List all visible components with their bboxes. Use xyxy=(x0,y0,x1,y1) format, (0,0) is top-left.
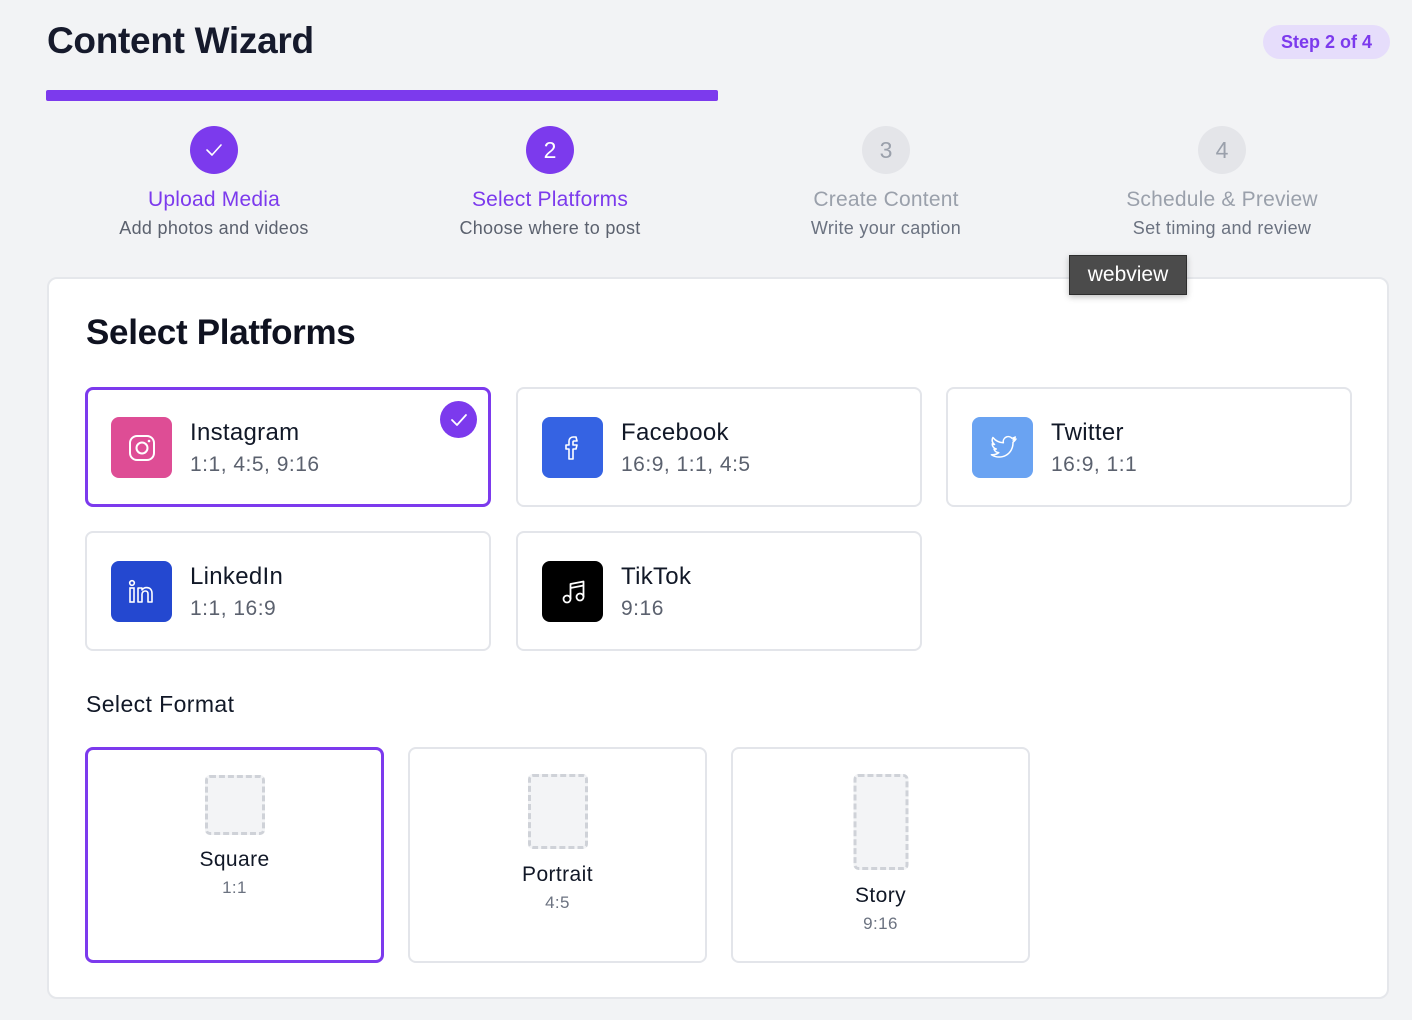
progress-fill xyxy=(46,90,718,101)
platform-card-linkedin[interactable]: LinkedIn 1:1, 16:9 xyxy=(85,531,491,651)
format-card-portrait[interactable]: Portrait 4:5 xyxy=(408,747,707,963)
platform-name: Instagram xyxy=(190,419,300,446)
platform-ratios: 16:9, 1:1 xyxy=(1051,453,1138,476)
step-circle-complete xyxy=(190,126,238,174)
webview-tooltip: webview xyxy=(1069,255,1187,295)
platform-name: Facebook xyxy=(621,419,729,446)
format-name: Story xyxy=(854,884,906,907)
app-title: Content Wizard xyxy=(47,20,314,61)
linkedin-icon xyxy=(111,561,172,622)
step-label: Upload Media xyxy=(148,188,280,211)
step-circle-upcoming: 4 xyxy=(1198,126,1246,174)
selected-check-icon xyxy=(440,401,477,438)
check-icon xyxy=(206,144,222,156)
portrait-preview-shape xyxy=(527,774,588,849)
panel-title: Select Platforms xyxy=(86,313,356,352)
format-ratio: 4:5 xyxy=(545,893,570,912)
platform-ratios: 1:1, 16:9 xyxy=(190,597,277,620)
platform-panel: Select Platforms Instagram 1:1, 4:5, 9:1… xyxy=(47,277,1389,999)
progress-bar xyxy=(46,90,1390,101)
platform-name: TikTok xyxy=(621,563,692,590)
step-create-content[interactable]: 3 Create Content Write your caption xyxy=(718,126,1054,239)
twitter-icon xyxy=(972,417,1033,478)
instagram-icon xyxy=(111,417,172,478)
platform-card-tiktok[interactable]: TikTok 9:16 xyxy=(516,531,922,651)
step-circle-upcoming: 3 xyxy=(862,126,910,174)
step-label: Create Content xyxy=(813,188,959,211)
step-description: Write your caption xyxy=(810,218,962,238)
format-ratio: 9:16 xyxy=(863,914,898,933)
format-name: Square xyxy=(199,848,270,871)
step-upload-media[interactable]: Upload Media Add photos and videos xyxy=(46,126,382,239)
step-description: Add photos and videos xyxy=(119,218,309,238)
platform-card-facebook[interactable]: Facebook 16:9, 1:1, 4:5 xyxy=(516,387,922,507)
step-label: Schedule & Preview xyxy=(1126,188,1318,211)
platform-name: Twitter xyxy=(1051,419,1124,446)
platform-card-instagram[interactable]: Instagram 1:1, 4:5, 9:16 xyxy=(85,387,491,507)
step-description: Choose where to post xyxy=(459,218,641,238)
step-circle-active: 2 xyxy=(526,126,574,174)
platform-ratios: 9:16 xyxy=(621,597,664,620)
step-badge: Step 2 of 4 xyxy=(1262,25,1390,59)
platform-ratios: 16:9, 1:1, 4:5 xyxy=(621,453,751,476)
format-name: Portrait xyxy=(522,863,593,886)
step-label: Select Platforms xyxy=(471,188,629,211)
square-preview-shape xyxy=(204,775,265,835)
step-description: Set timing and review xyxy=(1132,218,1312,238)
step-select-platforms[interactable]: 2 Select Platforms Choose where to post xyxy=(382,126,718,239)
tiktok-icon xyxy=(542,561,603,622)
format-heading: Select Format xyxy=(86,691,235,717)
platform-name: LinkedIn xyxy=(190,563,284,590)
facebook-icon xyxy=(542,417,603,478)
step-schedule-preview[interactable]: 4 Schedule & Preview Set timing and revi… xyxy=(1054,126,1390,239)
platform-ratios: 1:1, 4:5, 9:16 xyxy=(190,453,320,476)
format-ratio: 1:1 xyxy=(222,878,247,897)
story-preview-shape xyxy=(853,774,908,870)
stepper: Upload Media Add photos and videos 2 Sel… xyxy=(46,126,1390,246)
format-card-story[interactable]: Story 9:16 xyxy=(731,747,1030,963)
format-card-square[interactable]: Square 1:1 xyxy=(85,747,384,963)
platform-card-twitter[interactable]: Twitter 16:9, 1:1 xyxy=(946,387,1352,507)
